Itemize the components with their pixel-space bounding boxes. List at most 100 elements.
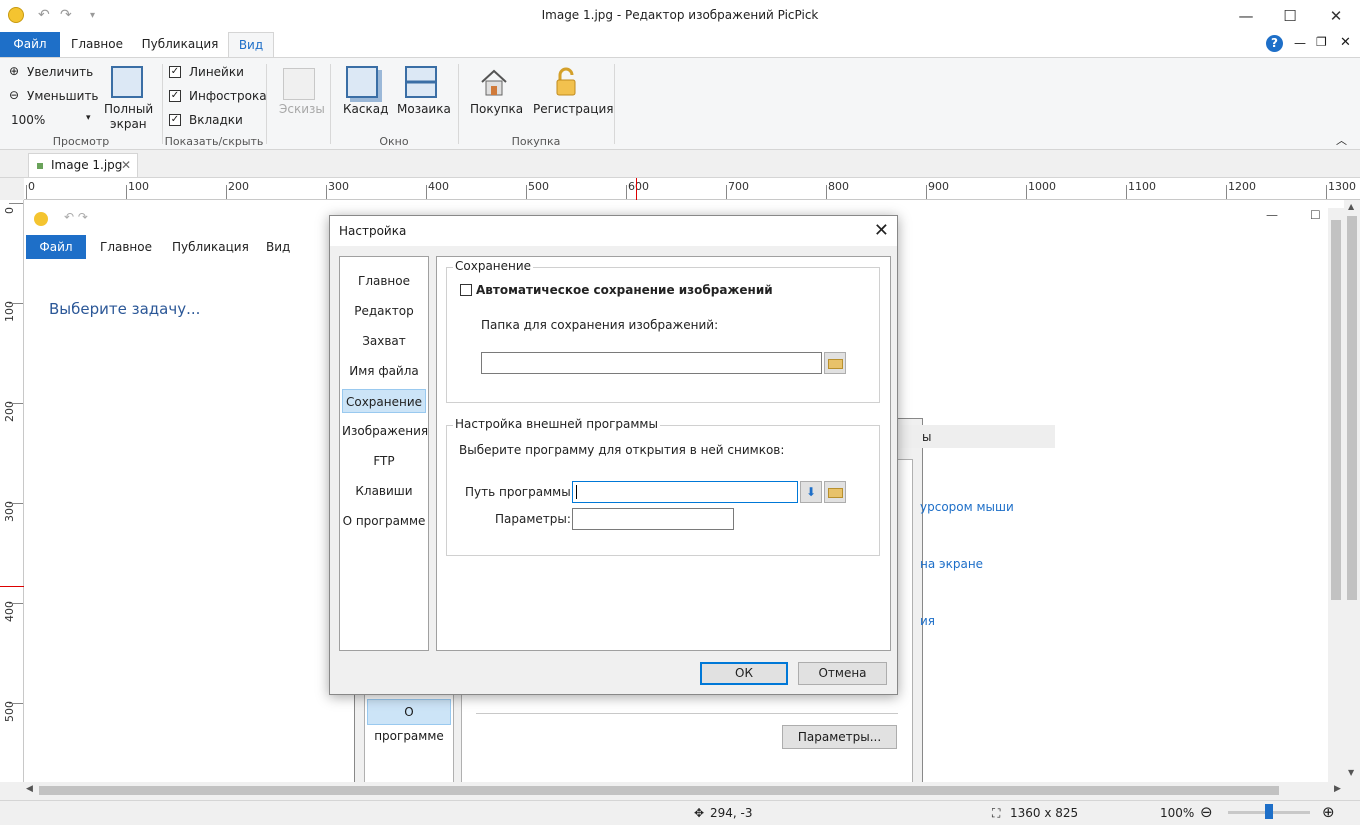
ruler-tick: [9, 303, 23, 304]
cascade-button[interactable]: Каскад: [343, 102, 388, 116]
ruler-label: 300: [3, 501, 16, 522]
ruler-tick: [9, 403, 23, 404]
save-folder-browse-button[interactable]: [824, 352, 846, 374]
minimize-button[interactable]: —: [1226, 4, 1266, 28]
ribbon-separator: [162, 64, 163, 144]
ribbon-close-icon[interactable]: ✕: [1340, 35, 1351, 50]
ruler-label: 800: [828, 180, 849, 193]
arrow-down-icon: ⬇: [805, 485, 817, 499]
text-caret: [576, 485, 577, 499]
program-path-input[interactable]: [572, 481, 798, 503]
inner-app-logo-icon: [34, 212, 48, 226]
scroll-up-icon[interactable]: ▲: [1348, 202, 1354, 211]
nav-item-about[interactable]: О программе: [342, 509, 426, 533]
document-tab-strip: Image 1.jpg ✕: [0, 151, 1360, 178]
ruler-label: 300: [328, 180, 349, 193]
help-icon[interactable]: ?: [1266, 35, 1283, 52]
ruler-label: 0: [3, 207, 16, 214]
buy-button[interactable]: Покупка: [470, 102, 523, 116]
nav-item-hotkeys[interactable]: Клавиши: [342, 479, 426, 503]
fullscreen-button-line2[interactable]: экран: [110, 117, 147, 131]
zoom-out-button[interactable]: Уменьшить: [27, 89, 99, 103]
nav-item-save[interactable]: Сохранение: [342, 389, 426, 413]
ribbon-restore-icon[interactable]: ❐: [1316, 35, 1327, 49]
inner-minimize-icon: —: [1266, 208, 1278, 222]
program-params-label: Параметры:: [495, 512, 571, 526]
chevron-down-icon[interactable]: ▾: [86, 113, 91, 123]
tab-publish[interactable]: Публикация: [136, 32, 224, 57]
cascade-icon[interactable]: [346, 66, 378, 98]
nav-item-editor[interactable]: Редактор: [342, 299, 426, 323]
tab-view[interactable]: Вид: [228, 32, 274, 57]
tabs-checkbox[interactable]: ✓: [169, 114, 181, 126]
home-icon[interactable]: [478, 66, 510, 98]
ribbon-minimize-icon[interactable]: —: [1294, 36, 1306, 50]
nav-item-images[interactable]: Изображения: [342, 419, 428, 443]
dialog-close-button[interactable]: ✕: [874, 220, 889, 241]
maximize-button[interactable]: ☐: [1270, 4, 1310, 28]
tab-file[interactable]: Файл: [0, 32, 60, 57]
document-tab-image1[interactable]: Image 1.jpg ✕: [28, 153, 138, 177]
horizontal-scrollbar-thumb[interactable]: [39, 786, 1279, 795]
tile-icon[interactable]: [405, 66, 437, 98]
zoom-in-status-icon[interactable]: ⊕: [1322, 803, 1335, 821]
unlock-icon[interactable]: [550, 66, 582, 98]
tile-button[interactable]: Мозаика: [397, 102, 451, 116]
ruler-label: 400: [3, 601, 16, 622]
scroll-right-icon[interactable]: ▶: [1334, 784, 1341, 794]
nav-item-filename[interactable]: Имя файла: [342, 359, 426, 383]
task-prompt: Выберите задачу...: [49, 300, 201, 318]
zoom-in-icon[interactable]: ⊕: [9, 64, 19, 78]
collapse-ribbon-icon[interactable]: ︿: [1336, 132, 1347, 148]
save-group: Сохранение Автоматическое сохранение изо…: [446, 259, 880, 403]
infobar-checkbox[interactable]: ✓: [169, 90, 181, 102]
ok-button[interactable]: ОК: [700, 662, 788, 685]
document-tab-label: Image 1.jpg: [51, 158, 123, 172]
thumbnails-icon: [283, 68, 315, 100]
close-button[interactable]: ✕: [1316, 4, 1356, 28]
ruler-tick: [426, 185, 427, 199]
vertical-scrollbar[interactable]: ▲ ▼: [1344, 200, 1360, 782]
nav-item-general[interactable]: Главное: [342, 269, 426, 293]
program-params-input[interactable]: [572, 508, 734, 530]
cancel-button[interactable]: Отмена: [798, 662, 887, 685]
ruler-label: 1100: [1128, 180, 1156, 193]
fullscreen-icon[interactable]: [111, 66, 143, 98]
settings-dialog: Настройка ✕ Главное Редактор Захват Имя …: [329, 215, 898, 695]
auto-save-checkbox[interactable]: [460, 284, 472, 296]
tabs-label: Вкладки: [189, 113, 243, 127]
external-program-group: Настройка внешней программы Выберите про…: [446, 417, 880, 556]
scroll-left-icon[interactable]: ◀: [26, 784, 33, 794]
program-path-browse-button[interactable]: [824, 481, 846, 503]
folder-icon: [828, 359, 843, 369]
rulers-checkbox[interactable]: ✓: [169, 66, 181, 78]
inner-tab-publish: Публикация: [172, 240, 249, 254]
vertical-scrollbar-thumb[interactable]: [1347, 216, 1357, 600]
zoom-out-status-icon[interactable]: ⊖: [1200, 803, 1213, 821]
save-folder-input[interactable]: [481, 352, 822, 374]
external-program-hint: Выберите программу для открытия в ней сн…: [459, 443, 785, 457]
zoom-level-select[interactable]: 100%: [11, 113, 45, 127]
horizontal-scrollbar[interactable]: ◀ ▶: [24, 782, 1360, 799]
program-path-dropdown-button[interactable]: ⬇: [800, 481, 822, 503]
ruler-tick: [826, 185, 827, 199]
group-label-view: Просмотр: [52, 135, 110, 148]
register-button[interactable]: Регистрация: [533, 102, 613, 116]
ruler-label: 200: [3, 401, 16, 422]
zoom-out-icon[interactable]: ⊖: [9, 88, 19, 102]
tab-home[interactable]: Главное: [62, 32, 132, 57]
nav-item-ftp[interactable]: FTP: [342, 449, 426, 473]
zoom-in-button[interactable]: Увеличить: [27, 65, 93, 79]
scroll-down-icon[interactable]: ▼: [1348, 768, 1354, 777]
zoom-slider-thumb[interactable]: [1265, 804, 1273, 819]
ruler-tick: [1326, 185, 1327, 199]
ruler-tick: [9, 503, 23, 504]
ruler-tick: [326, 185, 327, 199]
ruler-label: 400: [428, 180, 449, 193]
fullscreen-button-line1[interactable]: Полный: [104, 102, 153, 116]
close-tab-icon[interactable]: ✕: [121, 154, 131, 176]
inner-tab-file: Файл: [26, 235, 86, 259]
link-capture-cursor: урсором мыши: [920, 500, 1014, 514]
auto-save-label: Автоматическое сохранение изображений: [476, 283, 773, 297]
nav-item-capture[interactable]: Захват: [342, 329, 426, 353]
